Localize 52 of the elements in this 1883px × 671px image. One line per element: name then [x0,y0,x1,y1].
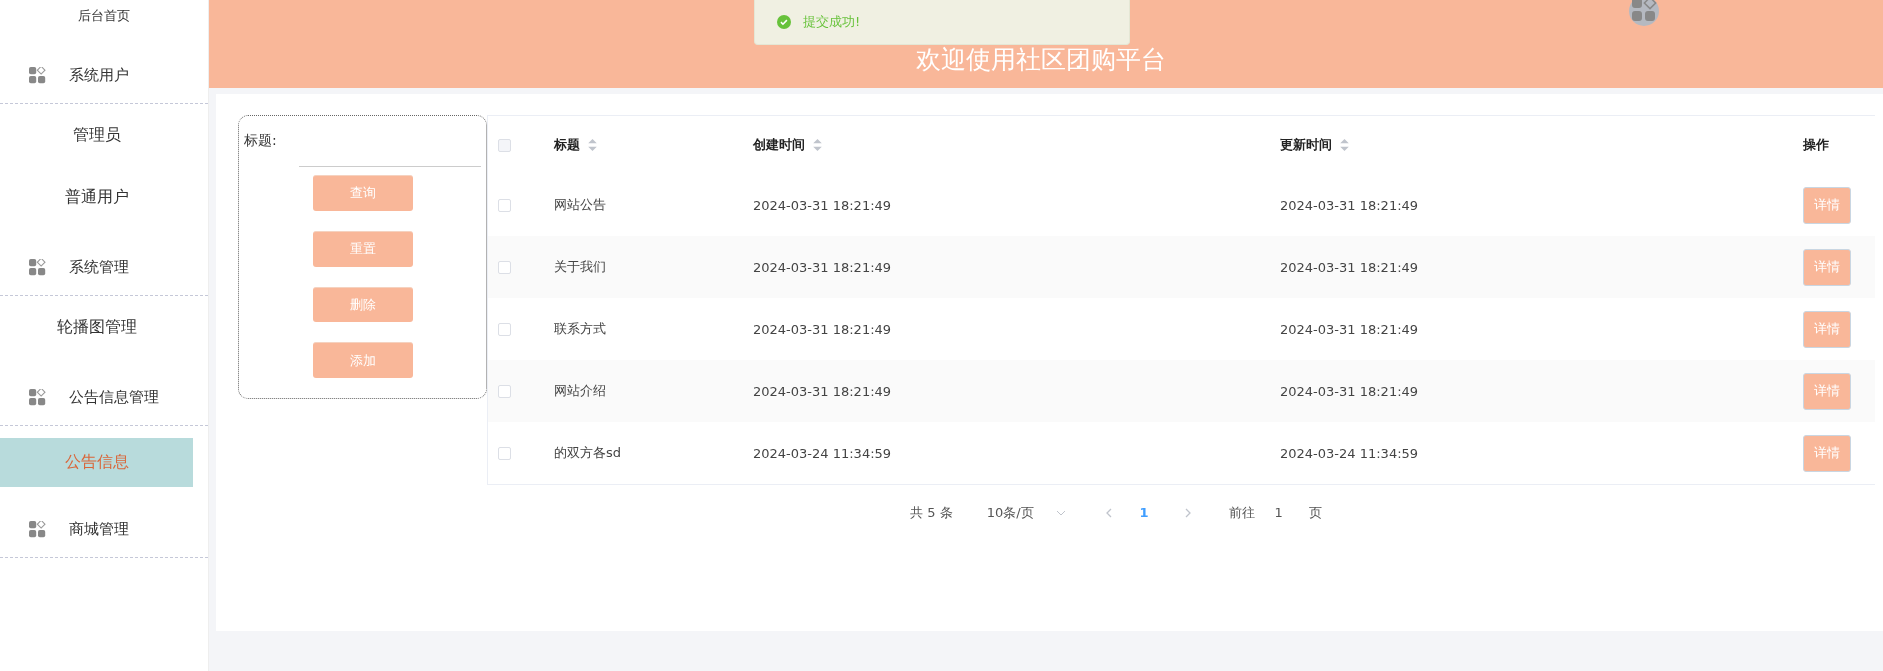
check-circle-icon [777,15,791,29]
grid-icon [29,388,47,407]
table-cell: 2024-03-31 18:21:49 [1280,259,1419,275]
sidebar-group[interactable]: 商城管理 [0,490,208,557]
row-checkbox[interactable] [498,260,511,274]
column-header[interactable]: 标题 [554,136,580,154]
table-cell: 网站公告 [554,196,606,214]
goto-label: 前往 [1228,503,1255,522]
table-cell: 2024-03-31 18:21:49 [753,197,892,213]
field-label: 标题: [244,132,277,148]
row-checkbox[interactable] [498,446,511,460]
table-cell: 联系方式 [554,320,606,338]
sidebar-item[interactable]: 管理员 [0,104,193,166]
sort-icon[interactable] [588,139,597,151]
next-page-icon[interactable] [1184,507,1191,518]
select-all-checkbox[interactable] [498,138,511,152]
row-checkbox[interactable] [498,198,511,212]
goto-page-field[interactable]: 1 [1274,505,1283,520]
table-cell: 网站介绍 [554,382,606,400]
sidebar-group[interactable]: 系统用户 [0,36,208,103]
grid-icon [29,258,47,277]
column-header[interactable]: 更新时间 [1280,136,1332,154]
sort-icon[interactable] [1340,139,1349,151]
column-header[interactable]: 创建时间 [753,136,805,154]
table-cell: 2024-03-31 18:21:49 [1280,197,1419,213]
page-title: 欢迎使用社区团购平台 [916,43,1166,76]
sort-icon[interactable] [813,139,822,151]
grid-icon [29,520,47,539]
table-cell: 2024-03-24 11:34:59 [753,445,892,461]
sidebar-item[interactable]: 轮播图管理 [0,296,193,358]
table-cell: 2024-03-31 18:21:49 [753,321,892,337]
page-unit: 页 [1308,503,1322,522]
previous-page-icon[interactable] [1105,507,1112,518]
row-checkbox[interactable] [498,322,511,336]
page-size-select[interactable]: 10条/页 [986,503,1066,522]
chevron-down-icon [1055,509,1066,516]
table-cell: 2024-03-24 11:34:59 [1280,445,1419,461]
table-cell: 2024-03-31 18:21:49 [1280,321,1419,337]
sidebar-link[interactable]: 后台首页 [0,0,208,36]
table-cell: 2024-03-31 18:21:49 [753,259,892,275]
row-checkbox[interactable] [498,384,511,398]
sidebar-group[interactable]: 公告信息管理 [0,358,208,425]
sidebar-item[interactable]: 普通用户 [0,166,193,228]
table-cell: 2024-03-31 18:21:49 [1280,383,1419,399]
table-cell: 关于我们 [554,258,606,276]
toast-message: 提交成功! [803,13,861,31]
column-header[interactable]: 操作 [1803,136,1829,154]
grid-icon [29,66,47,85]
table-cell: 2024-03-31 18:21:49 [753,383,892,399]
total-count: 共 5 条 [910,503,953,522]
sidebar-group[interactable]: 系统管理 [0,228,208,295]
table-cell: 的双方各sd [554,444,622,462]
